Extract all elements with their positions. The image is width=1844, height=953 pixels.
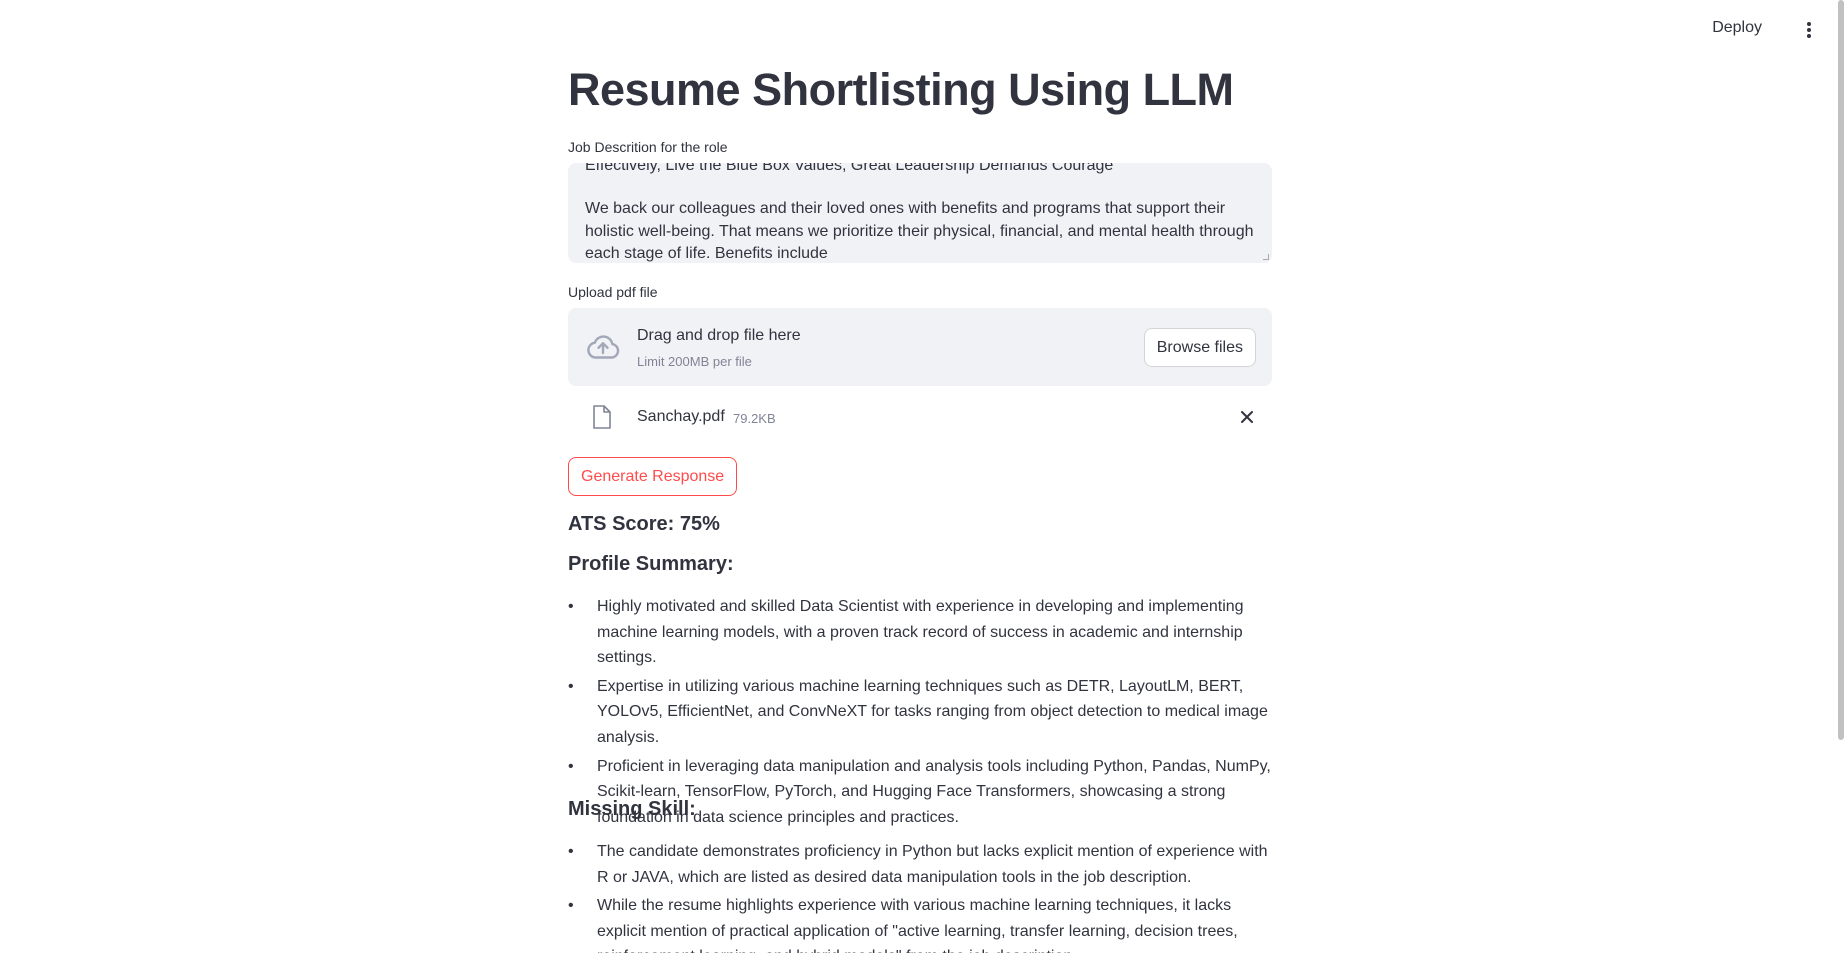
generate-response-button[interactable]: Generate Response (568, 457, 738, 496)
dropzone-limit: Limit 200MB per file (637, 354, 752, 369)
close-icon[interactable] (1236, 406, 1258, 428)
page-scrollbar[interactable] (1838, 0, 1844, 740)
profile-summary-heading: Profile Summary: (568, 553, 734, 575)
list-item: Highly motivated and skilled Data Scient… (568, 594, 1272, 671)
textarea-cut-line: Effectively, Live the Blue Box Values, G… (585, 163, 1114, 174)
dropzone-title: Drag and drop file here (637, 327, 801, 344)
missing-skill-list: The candidate demonstrates proficiency i… (568, 839, 1272, 953)
upload-label: Upload pdf file (568, 284, 658, 300)
job-description-textarea[interactable]: Effectively, Live the Blue Box Values, G… (568, 163, 1272, 263)
top-bar: Deploy (0, 0, 1844, 60)
resize-handle[interactable] (1263, 254, 1269, 260)
page-title: Resume Shortlisting Using LLM (568, 64, 1234, 115)
list-item: Expertise in utilizing various machine l… (568, 674, 1272, 751)
textarea-paragraph: We back our colleagues and their loved o… (585, 200, 1254, 262)
uploaded-file: Sanchay.pdf 79.2KB (568, 403, 1272, 433)
cloud-upload-icon (587, 335, 620, 359)
kebab-menu-icon[interactable] (1804, 20, 1814, 40)
job-description-label: Job Descrition for the role (568, 139, 728, 155)
deploy-button[interactable]: Deploy (1712, 19, 1762, 37)
file-icon (593, 405, 611, 429)
file-name: Sanchay.pdf (637, 408, 725, 425)
ats-score: ATS Score: 75% (568, 513, 720, 535)
missing-skill-heading: Missing Skill: (568, 798, 696, 820)
file-size: 79.2KB (733, 411, 776, 426)
list-item: The candidate demonstrates proficiency i… (568, 839, 1272, 890)
file-dropzone[interactable]: Drag and drop file here Limit 200MB per … (568, 308, 1272, 386)
browse-files-button[interactable]: Browse files (1143, 328, 1256, 367)
list-item: While the resume highlights experience w… (568, 893, 1272, 953)
